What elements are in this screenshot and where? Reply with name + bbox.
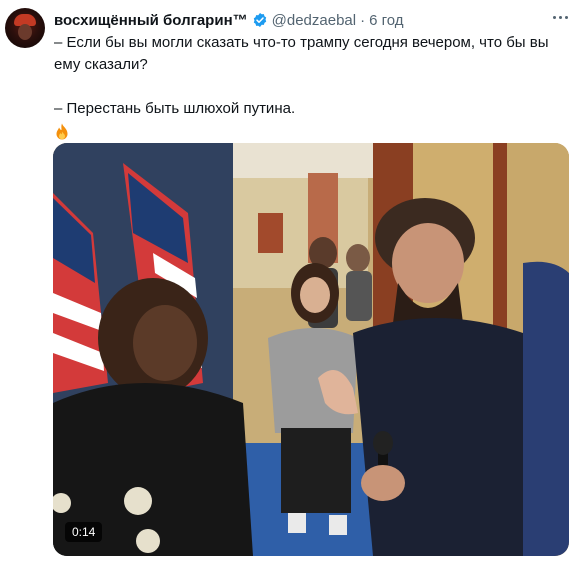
separator-dot: · [360,11,366,29]
avatar[interactable] [5,8,45,48]
fire-icon [56,123,68,140]
handle[interactable]: @dedzaebal [272,12,356,29]
avatar-face [18,24,32,40]
tweet-text: – Если бы вы могли сказать что-то трампу… [54,32,564,148]
display-name[interactable]: восхищённый болгарин™ [54,12,248,29]
tweet-header: восхищённый болгарин™ @dedzaebal · 6 год [54,10,569,30]
video-frame [53,143,569,556]
tweet-text-line-2: – Перестань быть шлюхой путина. [54,100,296,117]
more-options-icon[interactable] [549,8,571,26]
tweet-text-line-1: – Если бы вы могли сказать что-то трампу… [54,34,549,73]
timestamp[interactable]: 6 год [369,12,403,29]
video-duration: 0:14 [65,522,103,542]
tweet[interactable]: восхищённый болгарин™ @dedzaebal · 6 год… [0,0,579,565]
verified-badge-icon [253,13,266,27]
video-player[interactable]: 0:14 [53,143,569,556]
